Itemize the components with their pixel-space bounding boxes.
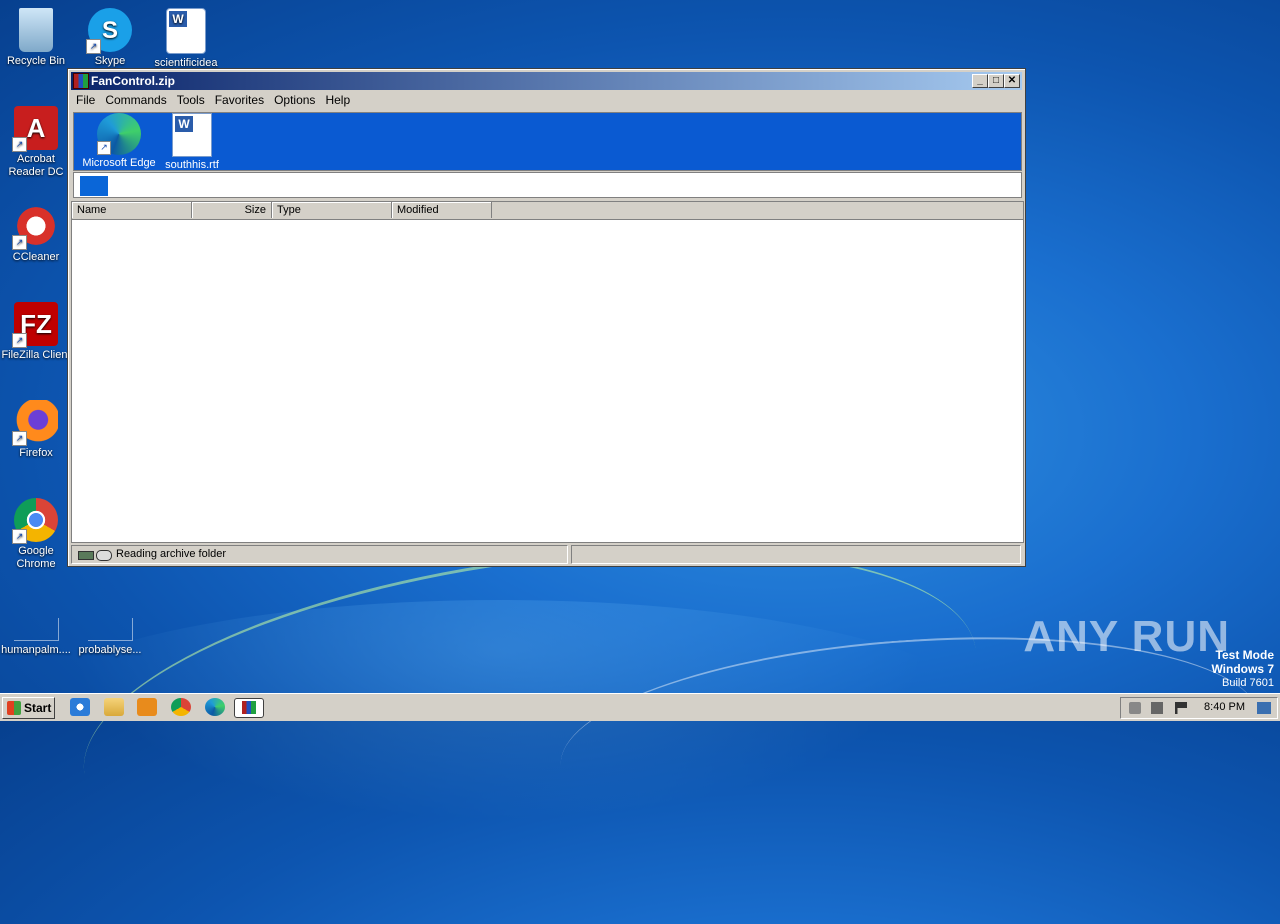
menu-bar: File Commands Tools Favorites Options Help bbox=[71, 91, 1022, 109]
desktop-icon-skype[interactable]: S ↗ Skype bbox=[74, 8, 146, 68]
desktop-icon-firefox[interactable]: ↗ Firefox bbox=[0, 400, 72, 460]
skype-icon: S ↗ bbox=[86, 8, 132, 54]
column-size[interactable]: Size bbox=[192, 202, 272, 218]
list-header: Name Size Type Modified bbox=[72, 202, 1023, 220]
desktop-icon-label: Recycle Bin bbox=[6, 55, 66, 67]
desktop-icon-label: humanpalm.... bbox=[1, 644, 71, 656]
menu-commands[interactable]: Commands bbox=[100, 91, 171, 109]
menu-help[interactable]: Help bbox=[320, 91, 355, 109]
toolbar: ↗ Microsoft Edge W southhis.rtf bbox=[73, 112, 1022, 171]
system-tray: 8:40 PM bbox=[1120, 697, 1278, 719]
start-label: Start bbox=[24, 701, 52, 715]
status-text: Reading archive folder bbox=[116, 548, 227, 560]
status-panel: Reading archive folder bbox=[71, 545, 568, 564]
up-folder-button[interactable] bbox=[80, 176, 108, 196]
chrome-icon[interactable] bbox=[171, 698, 191, 716]
word-document-icon: W bbox=[166, 8, 206, 54]
desktop-icon-label: Skype bbox=[94, 55, 126, 67]
toolbar-item-label: Microsoft Edge bbox=[82, 157, 156, 169]
test-mode-label: Test Mode bbox=[1215, 648, 1274, 662]
desktop-icon-label: CCleaner bbox=[12, 251, 60, 263]
status-panel bbox=[571, 545, 1021, 564]
desktop-icon-humanpalm[interactable]: humanpalm.... bbox=[0, 618, 72, 657]
desktop-icon-scientificidea[interactable]: W scientificidea bbox=[150, 8, 222, 70]
key-icon bbox=[96, 550, 112, 561]
column-name[interactable]: Name bbox=[72, 202, 192, 218]
filezilla-icon: FZ ↗ bbox=[12, 302, 58, 348]
os-label: Windows 7 bbox=[1211, 662, 1274, 676]
desktop-icon-label: probablyse... bbox=[78, 644, 142, 656]
address-bar bbox=[73, 172, 1022, 198]
media-player-icon[interactable] bbox=[137, 698, 157, 716]
ccleaner-icon: ↗ bbox=[12, 204, 58, 250]
window-titlebar[interactable]: FanControl.zip _ □ ✕ bbox=[71, 72, 1022, 90]
taskbar: Start 8:40 PM bbox=[0, 693, 1280, 721]
column-type[interactable]: Type bbox=[272, 202, 392, 218]
winrar-icon bbox=[242, 701, 256, 714]
desktop-icon-acrobat[interactable]: A ↗ Acrobat Reader DC bbox=[0, 106, 72, 179]
winrar-icon bbox=[73, 73, 89, 89]
network-icon[interactable] bbox=[1151, 702, 1163, 714]
desktop-icon-chrome[interactable]: ↗ Google Chrome bbox=[0, 498, 72, 571]
close-button[interactable]: ✕ bbox=[1004, 74, 1020, 88]
desktop-icon-label: Firefox bbox=[19, 447, 53, 459]
chrome-icon: ↗ bbox=[12, 498, 58, 544]
status-bar: Reading archive folder bbox=[71, 545, 1022, 564]
menu-file[interactable]: File bbox=[71, 91, 100, 109]
file-list[interactable]: Name Size Type Modified bbox=[71, 201, 1024, 543]
clock[interactable]: 8:40 PM bbox=[1204, 701, 1245, 713]
desktop-icon-probablyse[interactable]: probablyse... bbox=[74, 618, 146, 657]
recycle-bin-icon bbox=[19, 8, 53, 52]
menu-favorites[interactable]: Favorites bbox=[210, 91, 269, 109]
edge-icon[interactable] bbox=[205, 698, 225, 716]
menu-options[interactable]: Options bbox=[269, 91, 320, 109]
windows-logo-icon bbox=[7, 701, 21, 715]
build-label: Build 7601 bbox=[1222, 677, 1274, 689]
column-modified[interactable]: Modified bbox=[392, 202, 492, 218]
drive-icon bbox=[78, 551, 94, 560]
internet-explorer-icon[interactable] bbox=[70, 698, 90, 716]
firefox-icon: ↗ bbox=[12, 400, 58, 446]
start-button[interactable]: Start bbox=[2, 697, 55, 719]
desktop-icon-label: Acrobat Reader DC bbox=[8, 153, 64, 178]
winrar-taskbar-button[interactable] bbox=[234, 698, 264, 718]
blank-file-icon bbox=[87, 618, 133, 641]
maximize-button[interactable]: □ bbox=[988, 74, 1004, 88]
desktop-icon-filezilla[interactable]: FZ ↗ FileZilla Client bbox=[0, 302, 72, 362]
test-mode-notice: Test Mode Windows 7 Build 7601 bbox=[1211, 648, 1274, 690]
desktop-icon-label: FileZilla Client bbox=[1, 349, 71, 361]
folder-icon[interactable] bbox=[104, 698, 124, 716]
acrobat-icon: A ↗ bbox=[12, 106, 58, 152]
window-title: FanControl.zip bbox=[91, 74, 175, 88]
speaker-icon[interactable] bbox=[1129, 702, 1141, 714]
edge-icon: ↗ bbox=[97, 113, 141, 155]
word-document-icon: W bbox=[172, 113, 212, 157]
desktop-icon-ccleaner[interactable]: ↗ CCleaner bbox=[0, 204, 72, 264]
blank-file-icon bbox=[13, 618, 59, 641]
anyrun-watermark: ANY RUN bbox=[1023, 612, 1230, 661]
desktop-icon-label: Google Chrome bbox=[16, 545, 56, 570]
toolbar-item-label: southhis.rtf bbox=[165, 159, 219, 171]
show-desktop-icon[interactable] bbox=[1257, 702, 1271, 714]
path-field[interactable] bbox=[122, 173, 1021, 195]
toolbar-item-southhis[interactable]: W southhis.rtf bbox=[149, 113, 235, 171]
flag-icon[interactable] bbox=[1175, 702, 1187, 714]
menu-tools[interactable]: Tools bbox=[172, 91, 210, 109]
minimize-button[interactable]: _ bbox=[972, 74, 988, 88]
desktop-icon-recycle-bin[interactable]: Recycle Bin bbox=[0, 8, 72, 68]
archive-window[interactable]: FanControl.zip _ □ ✕ File Commands Tools Fa… bbox=[67, 68, 1026, 567]
